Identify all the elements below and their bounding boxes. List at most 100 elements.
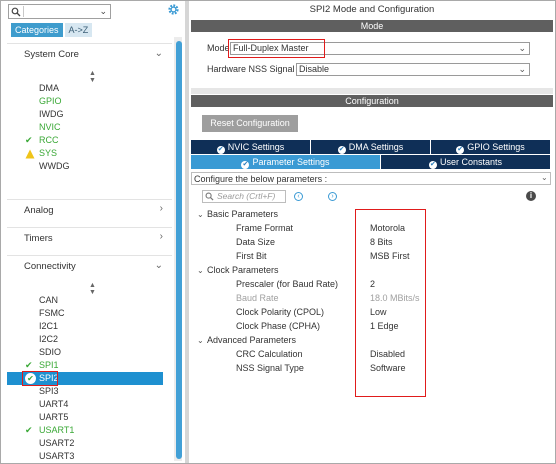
info-icon[interactable]: i <box>526 191 536 201</box>
highlight-box-spi2 <box>22 371 58 386</box>
param-label-crc: CRC Calculation <box>236 349 303 359</box>
category-tabs: Categories A->Z <box>11 23 94 37</box>
chevron-right-icon[interactable]: › <box>160 203 163 214</box>
chevron-down-icon[interactable]: ⌄ <box>99 6 107 17</box>
list-item-spi3[interactable]: SPI3 <box>7 385 163 398</box>
section-gap <box>191 88 553 94</box>
parameter-search-input[interactable]: Search (Crtl+F) <box>202 190 286 203</box>
tab-nvic-settings[interactable]: ✔ NVIC Settings <box>191 140 311 154</box>
category-system-core[interactable]: System Core ⌄ <box>7 43 172 65</box>
nss-select-value: Disable <box>299 64 330 74</box>
list-item-label: RCC <box>39 135 59 145</box>
tab-label: GPIO Settings <box>467 142 525 152</box>
search-separator <box>23 6 24 17</box>
highlight-box-values <box>355 209 426 397</box>
config-tabs-row-1: ✔ NVIC Settings ✔ DMA Settings ✔ GPIO Setti… <box>191 140 551 154</box>
highlight-box-mode <box>228 39 325 58</box>
group-label: Clock Parameters <box>207 265 279 275</box>
gear-icon[interactable] <box>167 3 180 16</box>
tab-gpio-settings[interactable]: ✔ GPIO Settings <box>431 140 551 154</box>
search-icon <box>205 192 214 201</box>
chevron-down-icon[interactable]: ⌄ <box>541 173 548 182</box>
list-item-i2c1[interactable]: I2C1 <box>7 320 163 333</box>
tab-a-to-z[interactable]: A->Z <box>64 23 93 37</box>
param-label-nss-type: NSS Signal Type <box>236 363 304 373</box>
left-panel: ⌄ Categories A->Z System Core ⌄ ▲ ▼ DMA G… <box>1 1 185 463</box>
list-item-label: UART4 <box>39 399 69 409</box>
list-item-gpio[interactable]: GPIO <box>7 95 163 108</box>
tab-label: Parameter Settings <box>252 157 330 167</box>
right-panel: SPI2 Mode and Configuration Mode Mode Fu… <box>189 1 555 463</box>
list-item-uart4[interactable]: UART4 <box>7 398 163 411</box>
next-icon[interactable]: › <box>328 192 337 201</box>
left-scrollbar-thumb[interactable] <box>176 41 182 459</box>
group-advanced-parameters[interactable]: ⌄ Advanced Parameters <box>197 335 296 345</box>
list-item-label: DMA <box>39 83 59 93</box>
chevron-down-icon[interactable]: ⌄ <box>155 260 163 271</box>
list-item-label: USART2 <box>39 438 75 448</box>
mode-section-header: Mode <box>191 20 553 32</box>
config-tabs-row-2: ✔ Parameter Settings ✔ User Constants <box>191 155 551 169</box>
category-timers[interactable]: Timers › <box>7 227 172 249</box>
check-icon: ✔ <box>25 425 33 435</box>
list-item-fsmc[interactable]: FSMC <box>7 307 163 320</box>
list-item-label: SPI3 <box>39 386 59 396</box>
previous-icon[interactable]: ‹ <box>294 192 303 201</box>
list-item-iwdg[interactable]: IWDG <box>7 108 163 121</box>
list-item-wwdg[interactable]: WWDG <box>7 160 163 173</box>
list-item-label: UART5 <box>39 412 69 422</box>
list-item-label: FSMC <box>39 308 65 318</box>
tab-parameter-settings[interactable]: ✔ Parameter Settings <box>191 155 381 169</box>
group-clock-parameters[interactable]: ⌄ Clock Parameters <box>197 265 279 275</box>
param-label-data-size: Data Size <box>236 237 276 247</box>
param-label-cpha: Clock Phase (CPHA) <box>236 321 321 331</box>
category-search-field[interactable]: ⌄ <box>8 4 111 19</box>
nss-label: Hardware NSS Signal <box>207 64 295 74</box>
list-item-sdio[interactable]: SDIO <box>7 346 163 359</box>
chevron-down-icon[interactable]: ⌄ <box>155 48 163 59</box>
list-item-usart3[interactable]: USART3 <box>7 450 163 463</box>
configure-hint: Configure the below parameters : <box>191 172 551 185</box>
list-item-can[interactable]: CAN <box>7 294 163 307</box>
nss-select[interactable]: Disable ⌄ <box>296 63 530 76</box>
list-item-label: SYS <box>39 148 58 158</box>
tab-label: DMA Settings <box>348 142 404 152</box>
group-basic-parameters[interactable]: ⌄ Basic Parameters <box>197 209 278 219</box>
reset-configuration-button[interactable]: Reset Configuration <box>202 115 298 132</box>
warning-icon <box>25 149 35 159</box>
list-item-usart2[interactable]: USART2 <box>7 437 163 450</box>
list-item-usart1[interactable]: ✔ USART1 <box>7 424 163 437</box>
param-label-cpol: Clock Polarity (CPOL) <box>236 307 325 317</box>
check-circle-icon: ✔ <box>428 161 437 169</box>
chevron-down-icon[interactable]: ⌄ <box>518 64 526 75</box>
category-connectivity[interactable]: Connectivity ⌄ <box>7 255 172 277</box>
chevron-down-icon[interactable]: ⌄ <box>197 210 207 219</box>
chevron-down-icon[interactable]: ⌄ <box>197 336 207 345</box>
list-item-label: CAN <box>39 295 59 305</box>
tab-user-constants[interactable]: ✔ User Constants <box>381 155 551 169</box>
list-item-label: WWDG <box>39 161 70 171</box>
chevron-right-icon[interactable]: › <box>160 231 163 242</box>
tab-dma-settings[interactable]: ✔ DMA Settings <box>311 140 431 154</box>
tab-label: NVIC Settings <box>227 142 285 152</box>
category-label: Timers <box>24 233 53 244</box>
category-label: Analog <box>24 205 54 216</box>
list-item-nvic[interactable]: NVIC <box>7 121 163 134</box>
category-analog[interactable]: Analog › <box>7 199 172 221</box>
list-item-uart5[interactable]: UART5 <box>7 411 163 424</box>
list-item-label: NVIC <box>39 122 61 132</box>
list-item-label: USART1 <box>39 425 75 435</box>
tab-label: User Constants <box>439 157 503 167</box>
tab-categories[interactable]: Categories <box>11 23 63 37</box>
chevron-down-icon[interactable]: ⌄ <box>197 266 207 275</box>
check-icon: ✔ <box>25 135 33 145</box>
list-item-dma[interactable]: DMA <box>7 82 163 95</box>
chevron-down-icon[interactable]: ⌄ <box>518 43 526 54</box>
list-item-rcc[interactable]: ✔ RCC <box>7 134 163 147</box>
list-item-i2c2[interactable]: I2C2 <box>7 333 163 346</box>
list-item-sys[interactable]: SYS <box>7 147 163 160</box>
check-circle-icon: ✔ <box>456 146 465 154</box>
search-icon <box>11 7 21 17</box>
check-circle-icon: ✔ <box>337 146 346 154</box>
check-circle-icon: ✔ <box>216 146 225 154</box>
